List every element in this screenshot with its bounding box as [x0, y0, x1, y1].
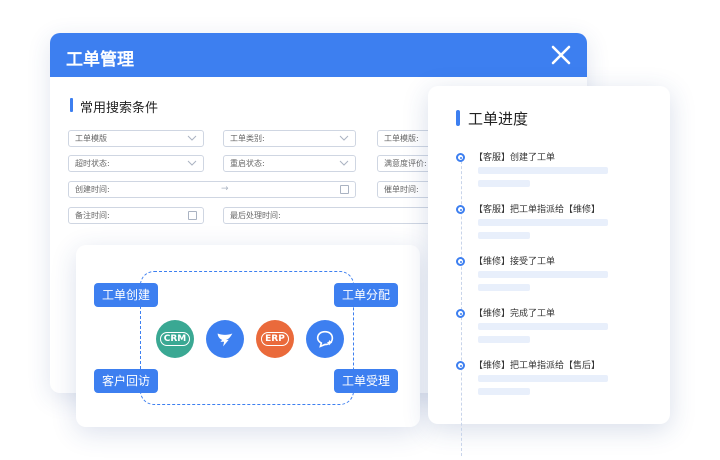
tag-work-order-accept[interactable]: 工单受理	[334, 369, 399, 393]
timeline-dot-icon	[456, 309, 465, 318]
template-select[interactable]: 工单模版	[68, 130, 204, 147]
timeline-dot-icon	[456, 205, 465, 214]
chevron-down-icon	[187, 135, 197, 141]
placeholder-line	[478, 232, 530, 239]
integration-card: 工单创建 工单分配 客户回访 工单受理 CRM ERP	[76, 245, 420, 427]
chevron-down-icon	[187, 160, 197, 166]
section-title: 常用搜索条件	[70, 97, 158, 116]
dingtalk-icon	[206, 320, 244, 358]
timeline-dot-icon	[456, 257, 465, 266]
placeholder-line	[478, 375, 608, 382]
close-icon[interactable]	[549, 43, 573, 67]
calendar-icon	[188, 211, 197, 220]
reopen-select[interactable]: 重启状态:	[223, 155, 356, 172]
progress-title: 工单进度	[456, 108, 528, 129]
timeline-dot-icon	[456, 361, 465, 370]
crm-badge-icon: CRM	[156, 320, 194, 358]
tag-work-order-assign[interactable]: 工单分配	[334, 283, 399, 307]
window-title: 工单管理	[66, 50, 134, 70]
placeholder-line	[478, 284, 530, 291]
calendar-icon	[340, 185, 349, 194]
note-time-field[interactable]: 备注时间:	[68, 207, 204, 224]
placeholder-line	[478, 271, 608, 278]
placeholder-line	[478, 323, 608, 330]
chat-bubble-icon	[306, 320, 344, 358]
placeholder-line	[478, 336, 530, 343]
erp-badge-icon: ERP	[256, 320, 294, 358]
placeholder-line	[478, 388, 530, 395]
dingtalk-glyph	[217, 333, 233, 347]
created-time-range[interactable]: 创建时间: →	[68, 181, 356, 198]
chevron-down-icon	[339, 160, 349, 166]
tag-customer-visit[interactable]: 客户回访	[94, 369, 159, 393]
placeholder-line	[478, 167, 608, 174]
timeline-dot-icon	[456, 153, 465, 162]
placeholder-line	[478, 219, 608, 226]
chevron-down-icon	[339, 135, 349, 141]
chat-glyph	[316, 330, 334, 348]
range-arrow: →	[221, 184, 229, 194]
window-header: 工单管理	[50, 33, 587, 77]
type-select[interactable]: 工单类别:	[223, 130, 356, 147]
timeline-line	[461, 156, 462, 456]
tag-work-order-create[interactable]: 工单创建	[94, 283, 159, 307]
overtime-select[interactable]: 超时状态:	[68, 155, 204, 172]
progress-card: 工单进度 【客服】创建了工单 【客服】把工单指派给【维修】 【维修】接受了工单 …	[428, 86, 670, 456]
placeholder-line	[478, 180, 530, 187]
